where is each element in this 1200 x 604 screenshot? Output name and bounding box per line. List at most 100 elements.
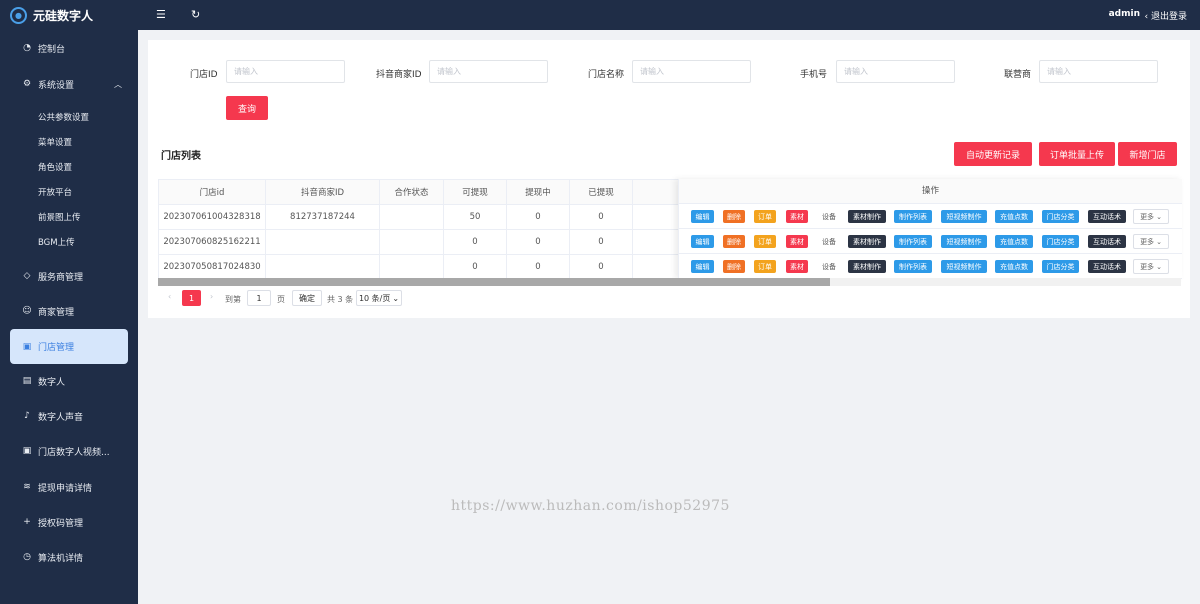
- sidebar-item-digital-human[interactable]: ▤ 数字人: [0, 371, 138, 391]
- add-store-button[interactable]: 新增门店: [1118, 142, 1177, 166]
- logout-button[interactable]: ‹ 退出登录: [1145, 9, 1187, 22]
- page-size-select[interactable]: 10 条/页 ⌄: [356, 290, 402, 306]
- delete-button[interactable]: 删除: [723, 260, 745, 273]
- edit-button[interactable]: 编辑: [691, 260, 714, 273]
- next-page-icon[interactable]: ›: [210, 292, 213, 301]
- douyin-id-label: 抖音商家ID: [376, 70, 422, 80]
- edit-button[interactable]: 编辑: [691, 210, 714, 223]
- material-button[interactable]: 素材: [786, 260, 808, 273]
- user-name[interactable]: admin: [1109, 9, 1140, 19]
- watermark-text: https://www.huzhan.com/ishop52975: [451, 498, 730, 514]
- short-video-button[interactable]: 短视频制作: [941, 235, 987, 248]
- device-button[interactable]: 设备: [816, 260, 842, 273]
- sidebar-item-role-settings[interactable]: 角色设置: [0, 157, 138, 177]
- sidebar-item-system-settings[interactable]: ⚙ 系统设置 ︿: [0, 74, 138, 94]
- store-name-input[interactable]: 请输入: [632, 60, 751, 83]
- material-button[interactable]: 素材: [786, 210, 808, 223]
- sidebar-item-voice[interactable]: ♪ 数字人声音: [0, 406, 138, 426]
- recharge-button[interactable]: 充值点数: [995, 235, 1033, 248]
- sidebar-item-merchant[interactable]: ☺ 商家管理: [0, 301, 138, 321]
- sidebar-item-bgm-upload[interactable]: BGM上传: [0, 232, 138, 252]
- make-list-button[interactable]: 制作列表: [894, 260, 932, 273]
- list-title: 门店列表: [161, 151, 201, 162]
- material-make-button[interactable]: 素材制作: [848, 235, 886, 248]
- chevron-down-icon: ⌄: [1156, 237, 1162, 246]
- store-table: 门店id 抖音商家ID 合作状态 可提现 提现中 已提现 20230706100…: [158, 179, 713, 280]
- clock-icon: ◷: [23, 552, 31, 562]
- sidebar-item-store-video[interactable]: ▣ 门店数字人视频...: [0, 441, 138, 461]
- store-category-button[interactable]: 门店分类: [1042, 260, 1079, 273]
- store-id-input[interactable]: 请输入: [226, 60, 345, 83]
- top-bar: ☰ ↻ admin ‹ 退出登录: [138, 0, 1200, 30]
- material-make-button[interactable]: 素材制作: [848, 210, 886, 223]
- sidebar-item-provider[interactable]: ◇ 服务商管理: [0, 266, 138, 286]
- goto-label: 到第: [225, 295, 241, 304]
- operator-input[interactable]: 请输入: [1039, 60, 1158, 83]
- store-category-button[interactable]: 门店分类: [1042, 210, 1079, 223]
- sidebar-item-menu-settings[interactable]: 菜单设置: [0, 132, 138, 152]
- chevron-down-icon: ⌄: [392, 293, 400, 303]
- more-dropdown[interactable]: 更多 ⌄: [1133, 209, 1169, 224]
- chevron-down-icon: ⌄: [1156, 212, 1162, 221]
- chevron-up-icon: ︿: [114, 79, 122, 89]
- op-row: 编辑 删除 订单 素材 设备 素材制作 制作列表 短视频制作 充值点数 门店分类…: [679, 254, 1182, 279]
- col-header: 抖音商家ID: [265, 179, 380, 205]
- more-dropdown[interactable]: 更多 ⌄: [1133, 259, 1169, 274]
- recharge-button[interactable]: 充值点数: [995, 260, 1033, 273]
- delete-button[interactable]: 删除: [723, 210, 745, 223]
- sidebar-item-dashboard[interactable]: ◔ 控制台: [0, 38, 138, 58]
- device-button[interactable]: 设备: [816, 210, 842, 223]
- order-button[interactable]: 订单: [754, 210, 776, 223]
- sidebar-item-public-params[interactable]: 公共参数设置: [0, 107, 138, 127]
- chevron-down-icon: ⌄: [1156, 262, 1162, 271]
- goto-page-input[interactable]: 1: [247, 290, 271, 306]
- recharge-button[interactable]: 充值点数: [995, 210, 1033, 223]
- op-row: 编辑 删除 订单 素材 设备 素材制作 制作列表 短视频制作 充值点数 门店分类…: [679, 229, 1182, 254]
- page-1-button[interactable]: 1: [182, 290, 201, 306]
- batch-upload-button[interactable]: 订单批量上传: [1039, 142, 1115, 166]
- video-icon: ▣: [22, 446, 32, 456]
- make-list-button[interactable]: 制作列表: [894, 235, 932, 248]
- phone-input[interactable]: 请输入: [836, 60, 955, 83]
- material-make-button[interactable]: 素材制作: [848, 260, 886, 273]
- more-dropdown[interactable]: 更多 ⌄: [1133, 234, 1169, 249]
- music-icon: ♪: [24, 411, 30, 421]
- refresh-icon[interactable]: ↻: [191, 8, 200, 21]
- auto-update-button[interactable]: 自动更新记录: [954, 142, 1032, 166]
- main-card: 门店ID 请输入 抖音商家ID 请输入 门店名称 请输入 手机号 请输入 联营商…: [148, 40, 1190, 318]
- material-button[interactable]: 素材: [786, 235, 808, 248]
- diamond-icon: ◇: [23, 271, 31, 281]
- col-header: 已提现: [569, 179, 633, 205]
- store-category-button[interactable]: 门店分类: [1042, 235, 1079, 248]
- op-header: 操作: [679, 179, 1182, 204]
- order-button[interactable]: 订单: [754, 235, 776, 248]
- short-video-button[interactable]: 短视频制作: [941, 260, 987, 273]
- scrollbar-thumb[interactable]: [158, 278, 830, 286]
- interaction-script-button[interactable]: 互动话术: [1088, 235, 1126, 248]
- douyin-id-input[interactable]: 请输入: [429, 60, 548, 83]
- gear-icon: ⚙: [22, 79, 32, 89]
- delete-button[interactable]: 删除: [723, 235, 745, 248]
- horizontal-scrollbar[interactable]: [158, 278, 1181, 286]
- prev-page-icon[interactable]: ‹: [168, 292, 171, 301]
- short-video-button[interactable]: 短视频制作: [941, 210, 987, 223]
- edit-button[interactable]: 编辑: [691, 235, 714, 248]
- app-logo: ● 元硅数字人: [0, 0, 138, 30]
- dashboard-icon: ◔: [23, 43, 31, 53]
- layers-icon: ≋: [23, 482, 31, 492]
- interaction-script-button[interactable]: 互动话术: [1088, 210, 1126, 223]
- query-button[interactable]: 查询: [226, 96, 268, 120]
- sidebar-item-algorithm[interactable]: ◷ 算法机详情: [0, 547, 138, 567]
- menu-collapse-icon[interactable]: ☰: [156, 8, 166, 21]
- sidebar-item-withdraw[interactable]: ≋ 提现申请详情: [0, 477, 138, 497]
- device-button[interactable]: 设备: [816, 235, 842, 248]
- make-list-button[interactable]: 制作列表: [894, 210, 932, 223]
- sidebar-item-open-platform[interactable]: 开放平台: [0, 182, 138, 202]
- interaction-script-button[interactable]: 互动话术: [1088, 260, 1126, 273]
- sidebar-item-auth-code[interactable]: + 授权码管理: [0, 512, 138, 532]
- sidebar-item-foreground-upload[interactable]: 前景图上传: [0, 207, 138, 227]
- goto-confirm-button[interactable]: 确定: [292, 290, 322, 306]
- user-card-icon: ▤: [22, 376, 32, 386]
- order-button[interactable]: 订单: [754, 260, 776, 273]
- sidebar-item-store[interactable]: ▣ 门店管理: [10, 329, 128, 364]
